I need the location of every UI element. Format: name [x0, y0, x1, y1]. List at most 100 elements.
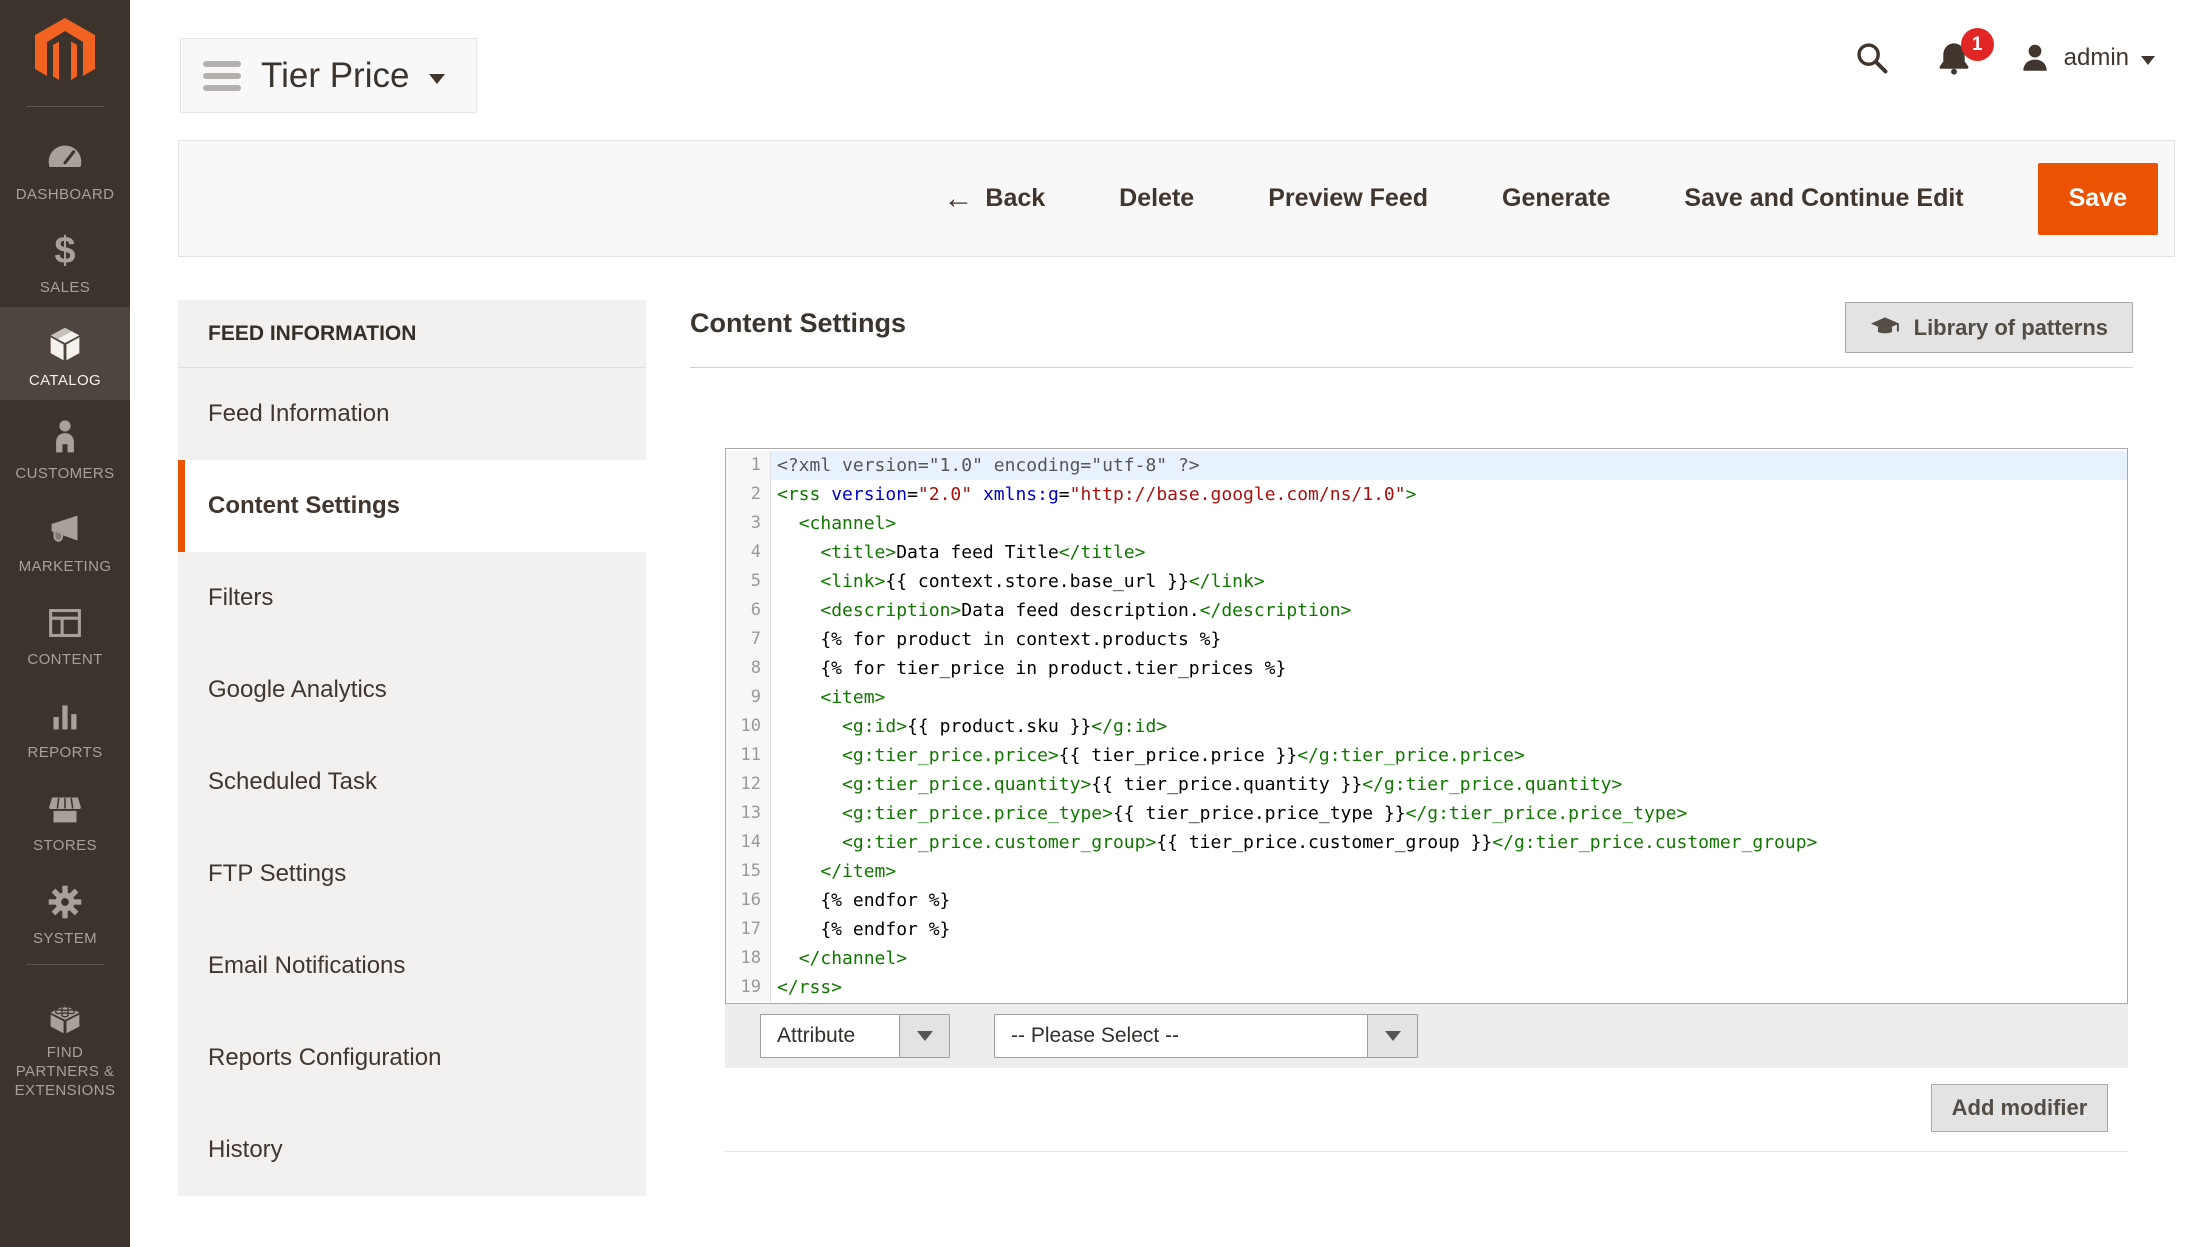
code-line-content: {% for product in context.products %} [771, 625, 2127, 654]
system-icon [42, 879, 88, 925]
template-editor: 1<?xml version="1.0" encoding="utf-8" ?>… [725, 448, 2128, 1152]
line-number: 17 [726, 915, 771, 944]
line-number: 4 [726, 538, 771, 567]
code-line-content: </rss> [771, 973, 2127, 1002]
code-line-content: <g:tier_price.quantity>{{ tier_price.qua… [771, 770, 2127, 799]
panel-item-content-settings[interactable]: Content Settings [178, 460, 646, 552]
notifications-button[interactable]: 1 [1936, 40, 1972, 76]
code-line: 7 {% for product in context.products %} [726, 625, 2127, 654]
customers-icon [42, 414, 88, 460]
code-line: 17 {% endfor %} [726, 915, 2127, 944]
panel-item-google-analytics[interactable]: Google Analytics [178, 644, 646, 736]
sidebar-item-content[interactable]: CONTENT [0, 586, 130, 679]
panel-item-scheduled-task[interactable]: Scheduled Task [178, 736, 646, 828]
magento-logo[interactable] [0, 0, 130, 100]
extensions-icon [42, 993, 88, 1039]
topbar-right: 1 admin [1854, 28, 2155, 88]
catalog-icon [42, 321, 88, 367]
code-line: 8 {% for tier_price in product.tier_pric… [726, 654, 2127, 683]
sidebar-item-label: FIND PARTNERS & EXTENSIONS [4, 1043, 126, 1100]
code-line-content: <rss version="2.0" xmlns:g="http://base.… [771, 480, 2127, 509]
panel-item-filters[interactable]: Filters [178, 552, 646, 644]
line-number: 10 [726, 712, 771, 741]
code-line: 13 <g:tier_price.price_type>{{ tier_pric… [726, 799, 2127, 828]
save-and-continue-button[interactable]: Save and Continue Edit [1684, 184, 1963, 213]
line-number: 8 [726, 654, 771, 683]
code-line-content: <title>Data feed Title</title> [771, 538, 2127, 567]
code-line: 3 <channel> [726, 509, 2127, 538]
sidebar-item-catalog[interactable]: CATALOG [0, 307, 130, 400]
save-button[interactable]: Save [2038, 163, 2158, 235]
modifier-row: Add modifier [725, 1068, 2128, 1152]
content-icon [42, 600, 88, 646]
hamburger-icon[interactable] [203, 61, 241, 91]
preview-feed-button[interactable]: Preview Feed [1268, 184, 1428, 213]
sidebar-item-label: SYSTEM [33, 929, 97, 948]
sidebar-item-system[interactable]: SYSTEM [0, 865, 130, 958]
section-head: Content Settings Library of patterns [690, 288, 2133, 368]
sidebar-item-reports[interactable]: REPORTS [0, 679, 130, 772]
code-line: 16 {% endfor %} [726, 886, 2127, 915]
page-title: Tier Price [261, 56, 409, 96]
code-line-content: </item> [771, 857, 2127, 886]
back-button[interactable]: ← Back [943, 184, 1045, 214]
attribute-select[interactable]: Attribute [760, 1014, 950, 1058]
line-number: 1 [726, 451, 771, 480]
generate-button[interactable]: Generate [1502, 184, 1610, 213]
add-modifier-button[interactable]: Add modifier [1931, 1084, 2108, 1132]
topbar: Tier Price 1 admin [130, 0, 2205, 140]
panel-item-reports-configuration[interactable]: Reports Configuration [178, 1012, 646, 1104]
library-of-patterns-button[interactable]: Library of patterns [1845, 302, 2133, 353]
code-line-content: <link>{{ context.store.base_url }}</link… [771, 567, 2127, 596]
sidebar-item-dashboard[interactable]: DASHBOARD [0, 121, 130, 214]
line-number: 14 [726, 828, 771, 857]
code-line: 14 <g:tier_price.customer_group>{{ tier_… [726, 828, 2127, 857]
magento-logo-icon [27, 12, 103, 88]
page-title-box[interactable]: Tier Price [180, 38, 477, 113]
chevron-down-icon [899, 1015, 949, 1057]
section-title: Content Settings [690, 308, 906, 339]
sidebar-item-stores[interactable]: STORES [0, 772, 130, 865]
editor-toolbar: Attribute -- Please Select -- [725, 1004, 2128, 1068]
code-line: 6 <description>Data feed description.</d… [726, 596, 2127, 625]
page: DASHBOARD$SALESCATALOG CUSTOMERS MARKETING… [0, 0, 2205, 1247]
delete-button[interactable]: Delete [1119, 184, 1194, 213]
sidebar-item-sales[interactable]: $SALES [0, 214, 130, 307]
sidebar-item-label: REPORTS [27, 743, 102, 762]
admin-menu[interactable]: admin [2018, 41, 2155, 75]
content-settings-section: Content Settings Library of patterns 1<?… [690, 288, 2133, 1152]
line-number: 7 [726, 625, 771, 654]
line-number: 2 [726, 480, 771, 509]
sidebar-item-label: CUSTOMERS [15, 464, 114, 483]
code-line: 5 <link>{{ context.store.base_url }}</li… [726, 567, 2127, 596]
line-number: 16 [726, 886, 771, 915]
line-number: 6 [726, 596, 771, 625]
action-toolbar: ← Back Delete Preview Feed Generate Save… [178, 140, 2175, 257]
code-line-content: </channel> [771, 944, 2127, 973]
line-number: 13 [726, 799, 771, 828]
sidebar-item-find-partners[interactable]: FIND PARTNERS & EXTENSIONS [0, 979, 130, 1110]
code-editor[interactable]: 1<?xml version="1.0" encoding="utf-8" ?>… [725, 448, 2128, 1004]
panel-item-history[interactable]: History [178, 1104, 646, 1196]
pattern-select[interactable]: -- Please Select -- [994, 1014, 1418, 1058]
sidebar-item-marketing[interactable]: MARKETING [0, 493, 130, 586]
code-line-content: {% for tier_price in product.tier_prices… [771, 654, 2127, 683]
admin-label: admin [2064, 44, 2129, 72]
panel-header[interactable]: FEED INFORMATION [178, 300, 646, 368]
code-line-content: <?xml version="1.0" encoding="utf-8" ?> [771, 451, 2127, 480]
code-line: 1<?xml version="1.0" encoding="utf-8" ?> [726, 451, 2127, 480]
caret-down-icon [2141, 56, 2155, 65]
stores-icon [42, 786, 88, 832]
code-line-content: <channel> [771, 509, 2127, 538]
panel-item-feed-information[interactable]: Feed Information [178, 368, 646, 460]
panel-item-ftp-settings[interactable]: FTP Settings [178, 828, 646, 920]
code-line-content: <g:tier_price.price_type>{{ tier_price.p… [771, 799, 2127, 828]
panel-item-email-notifications[interactable]: Email Notifications [178, 920, 646, 1012]
feed-information-panel: FEED INFORMATION Feed InformationContent… [178, 300, 646, 1196]
user-icon [2018, 41, 2052, 75]
sidebar-item-customers[interactable]: CUSTOMERS [0, 400, 130, 493]
code-line-content: {% endfor %} [771, 915, 2127, 944]
graduation-cap-icon [1870, 316, 1900, 340]
search-icon[interactable] [1854, 40, 1890, 76]
sidebar: DASHBOARD$SALESCATALOG CUSTOMERS MARKETING… [0, 0, 130, 1247]
